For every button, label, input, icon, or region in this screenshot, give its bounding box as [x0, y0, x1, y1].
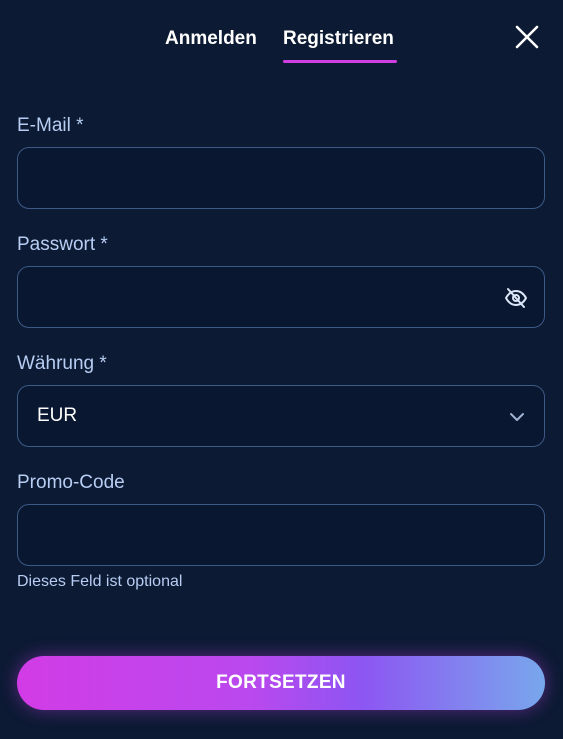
continue-button[interactable]: FORTSETZEN [17, 656, 545, 710]
currency-select[interactable]: EUR [17, 385, 545, 447]
password-label: Passwort * [17, 234, 108, 255]
email-label: E-Mail * [17, 115, 84, 136]
close-icon [515, 25, 539, 49]
auth-tabs: Anmelden Registrieren [0, 26, 563, 66]
email-field-wrapper [17, 147, 545, 209]
tab-register[interactable]: Registrieren [283, 26, 394, 64]
currency-label: Währung * [17, 353, 107, 374]
chevron-down-icon [508, 408, 526, 426]
promo-helper-text: Dieses Feld ist optional [17, 573, 183, 590]
email-field[interactable] [18, 148, 544, 208]
registration-dialog: Anmelden Registrieren E-Mail * Passwort … [0, 0, 563, 739]
currency-selected-value: EUR [37, 405, 78, 426]
active-tab-indicator [283, 60, 397, 63]
tab-login[interactable]: Anmelden [165, 26, 257, 64]
eye-off-icon[interactable] [504, 286, 528, 310]
promo-code-field[interactable] [18, 505, 544, 565]
promo-field-wrapper [17, 504, 545, 566]
close-button[interactable] [512, 22, 542, 52]
password-field[interactable] [18, 267, 544, 327]
promo-label: Promo-Code [17, 472, 125, 493]
password-field-wrapper [17, 266, 545, 328]
